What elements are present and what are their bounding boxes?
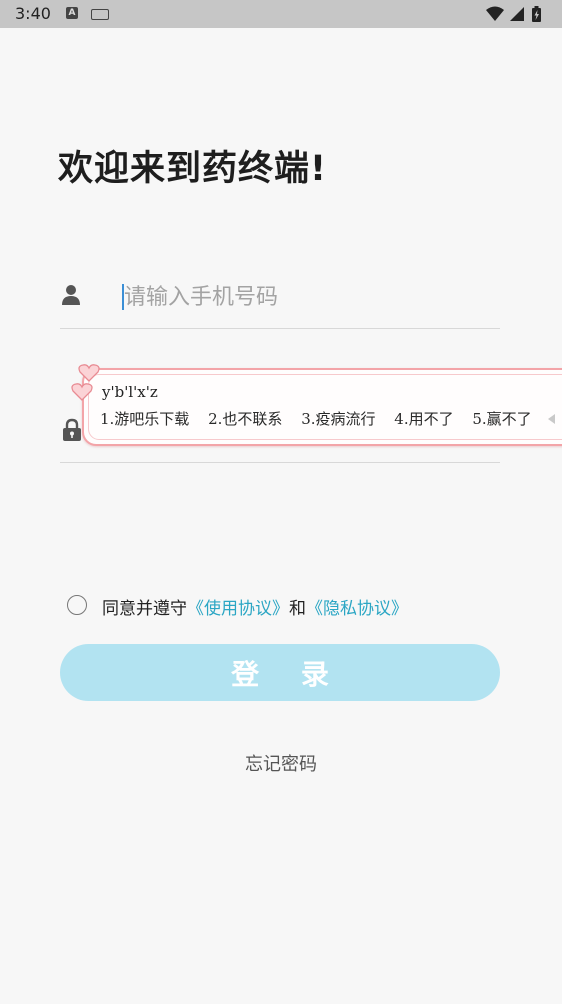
cell-signal-icon: [510, 7, 524, 21]
usage-agreement-link[interactable]: 《使用协议》: [187, 599, 289, 619]
login-button[interactable]: 登 录: [60, 644, 500, 701]
heart-icon: [71, 383, 93, 401]
phone-input-row: [60, 270, 500, 329]
status-indicators: [486, 6, 541, 22]
ime-candidate-2[interactable]: 2.也不联系: [208, 408, 282, 429]
agreement-text: 同意并遵守《使用协议》和《隐私协议》: [102, 594, 408, 619]
battery-icon: [532, 6, 541, 22]
ime-candidate-1[interactable]: 1.游吧乐下载: [100, 408, 189, 429]
ime-more-arrow-icon[interactable]: [548, 414, 555, 424]
page-title: 欢迎来到药终端!: [58, 149, 327, 189]
ime-candidate-popup: y'b'l'x'z 1.游吧乐下载 2.也不联系 3.疫病流行 4.用不了 5.…: [82, 368, 562, 446]
lock-icon: [63, 418, 81, 441]
ime-candidate-5[interactable]: 5.赢不了: [472, 408, 531, 429]
forgot-password-link[interactable]: 忘记密码: [0, 750, 562, 776]
ime-candidate-4[interactable]: 4.用不了: [394, 408, 453, 429]
agreement-prefix: 同意并遵守: [102, 599, 187, 619]
privacy-agreement-link[interactable]: 《隐私协议》: [306, 599, 408, 619]
status-bar: 3:40 A: [0, 0, 562, 28]
wifi-icon: [486, 6, 504, 21]
status-time: 3:40: [15, 4, 51, 23]
ime-candidate-3[interactable]: 3.疫病流行: [301, 408, 375, 429]
keyboard-icon: [91, 9, 109, 20]
agreement-radio[interactable]: [67, 595, 87, 615]
ime-candidate-list: 1.游吧乐下载 2.也不联系 3.疫病流行 4.用不了 5.赢不了: [100, 408, 546, 429]
ime-pinyin-composition: y'b'l'x'z: [102, 383, 158, 401]
phone-number-input[interactable]: [124, 280, 484, 314]
heart-icon: [78, 364, 100, 382]
accessibility-a-icon: A: [66, 7, 78, 19]
agreement-and: 和: [289, 599, 306, 619]
